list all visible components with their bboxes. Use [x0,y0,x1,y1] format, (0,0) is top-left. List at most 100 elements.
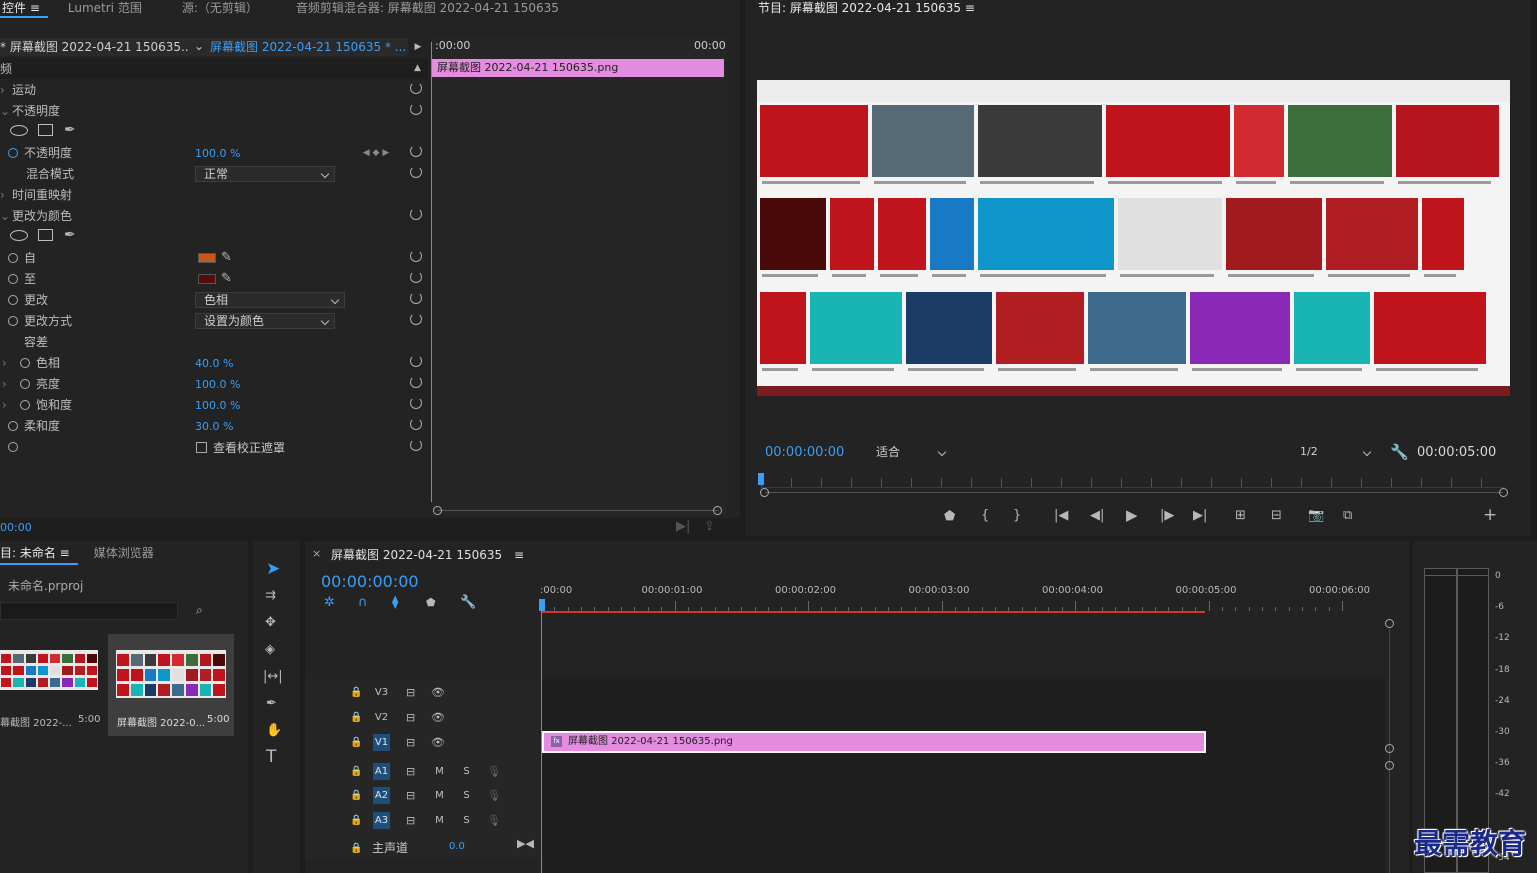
sync-lock-icon[interactable]: ⊟ [406,788,415,804]
program-playhead[interactable] [758,473,764,485]
go-to-out-icon[interactable]: ▶| [1193,508,1207,524]
camera-icon[interactable]: 📷 [1308,508,1324,524]
mute-button[interactable]: M [431,812,448,829]
slip-icon[interactable]: |↔| [263,669,283,685]
pen-tool-icon[interactable]: ✒ [266,696,277,712]
stopwatch-icon[interactable] [20,357,30,368]
effect-footer-timecode[interactable]: 00:00 [0,521,32,534]
lock-icon[interactable]: 🔒 [350,685,362,701]
reset-icon[interactable] [410,418,422,430]
master-track-value[interactable]: 0.0 [449,841,465,852]
track-target-V2[interactable]: V2 [373,709,390,726]
solo-button[interactable]: S [458,787,475,804]
overwrite-icon[interactable]: ⊟ [1271,508,1282,524]
insert-icon[interactable]: ⊞ [1235,508,1246,524]
blend-mode-dropdown[interactable]: 正常 [195,166,335,182]
mute-button[interactable]: M [431,787,448,804]
sequence-clip-dropdown[interactable]: ⌄ 屏幕截图 2022-04-21 150635 * ... [188,38,408,56]
stopwatch-icon[interactable] [8,315,18,326]
tab-program[interactable]: 节目: 屏幕截图 2022-04-21 150635 ≡ [745,0,983,18]
track-target-A2[interactable]: A2 [373,787,390,804]
lock-icon[interactable]: 🔒 [350,841,362,857]
stopwatch-icon[interactable] [20,378,30,389]
tab-media-browser[interactable]: 媒体浏览器 [78,541,162,565]
zoom-handle-left[interactable] [433,506,442,515]
reset-icon[interactable] [410,376,422,388]
solo-button[interactable]: S [458,812,475,829]
rectangle-mask-icon[interactable] [38,124,53,136]
timeline-title[interactable]: 屏幕截图 2022-04-21 150635 ≡ [331,546,524,563]
reset-icon[interactable] [410,355,422,367]
eyedropper-icon[interactable]: ✎ [221,250,232,266]
opacity-value[interactable]: 100.0 % [195,147,240,160]
scroll-handle[interactable] [1385,761,1394,770]
to-color-swatch[interactable] [198,274,216,284]
go-to-end-icon[interactable]: ▶◀ [517,836,534,852]
track-target-V3[interactable]: V3 [373,684,390,701]
selection-tool-icon[interactable]: ➤ [266,561,280,578]
pen-mask-icon[interactable]: ✒ [64,122,76,138]
lock-icon[interactable]: 🔒 [350,813,362,829]
tab-project[interactable]: 目: 未命名 ≡ [0,541,78,565]
mute-button[interactable]: M [431,763,448,780]
mark-out-icon[interactable]: } [1013,508,1021,524]
sync-lock-icon[interactable]: ⊟ [406,735,415,751]
eye-icon[interactable]: 👁 [431,685,445,701]
lock-icon[interactable]: 🔒 [350,764,362,780]
razor-icon[interactable]: ◈ [265,642,275,658]
close-icon[interactable]: × [312,547,321,560]
eye-icon[interactable]: 👁 [431,735,445,751]
stopwatch-icon[interactable] [8,441,18,452]
ellipse-mask-icon[interactable] [10,230,28,241]
step-forward-icon[interactable]: |▶ [1160,508,1174,524]
comparison-view-icon[interactable]: ⧉ [1343,508,1352,524]
track-target-A3[interactable]: A3 [373,812,390,829]
mark-in-icon[interactable]: { [981,508,989,524]
hue-value[interactable]: 40.0 % [195,357,233,370]
search-icon[interactable]: ⌕ [196,602,203,618]
wrench-icon[interactable]: 🔧 [1390,444,1409,460]
property-lightness[interactable]: › 亮度 [0,373,190,394]
reset-icon[interactable] [410,145,422,157]
step-back-icon[interactable]: ◀| [1090,508,1104,524]
reset-icon[interactable] [410,166,422,178]
track-select-icon[interactable]: ⇉ [265,588,276,604]
effect-change-to-color[interactable]: ⌄ 更改为颜色 [0,205,428,226]
work-area-bar[interactable] [541,611,1205,613]
reset-icon[interactable] [410,313,422,325]
timeline-timecode[interactable]: 00:00:00:00 [321,572,419,591]
project-item-2[interactable]: 屏幕截图 2022-0... 5:00 [108,634,234,736]
ripple-edit-icon[interactable]: ✥ [265,615,276,631]
stopwatch-icon[interactable] [8,147,18,158]
effect-motion[interactable]: › 运动 [0,79,428,100]
add-marker-icon[interactable]: ⬟ [426,595,436,611]
sync-lock-icon[interactable]: ⊟ [406,685,415,701]
hand-tool-icon[interactable]: ✋ [266,723,282,739]
playhead-handle[interactable] [539,599,545,611]
stopwatch-icon[interactable] [8,294,18,305]
add-button-icon[interactable]: + [1483,507,1497,524]
linked-selection-icon[interactable]: ⧫ [392,595,398,611]
export-icon[interactable]: ⇪ [704,519,715,535]
reset-icon[interactable] [410,103,422,115]
program-timecode[interactable]: 00:00:00:00 [765,445,844,460]
reset-icon[interactable] [410,250,422,262]
fit-dropdown[interactable]: 适合 [867,444,952,460]
property-saturation[interactable]: › 饱和度 [0,394,190,415]
scroll-handle[interactable] [1385,744,1394,753]
scroll-handle[interactable] [1385,619,1394,628]
sync-lock-icon[interactable]: ⊟ [406,813,415,829]
property-tolerance[interactable]: 容差 [0,331,428,352]
stopwatch-icon[interactable] [8,420,18,431]
solo-button[interactable]: S [458,763,475,780]
zoom-scroll-track[interactable] [437,510,718,511]
effect-playhead[interactable] [431,42,432,502]
sync-lock-icon[interactable]: ⊟ [406,710,415,726]
tab-source[interactable]: 源:（无剪辑） [150,0,266,18]
lock-icon[interactable]: 🔒 [350,710,362,726]
program-ruler[interactable] [761,478,1505,488]
change-dropdown[interactable]: 色相 [195,292,345,308]
property-softness[interactable]: 柔和度 [0,415,190,436]
property-time-remap[interactable]: › 时间重映射 [0,184,428,205]
snap-icon[interactable]: ∩ [358,595,368,611]
